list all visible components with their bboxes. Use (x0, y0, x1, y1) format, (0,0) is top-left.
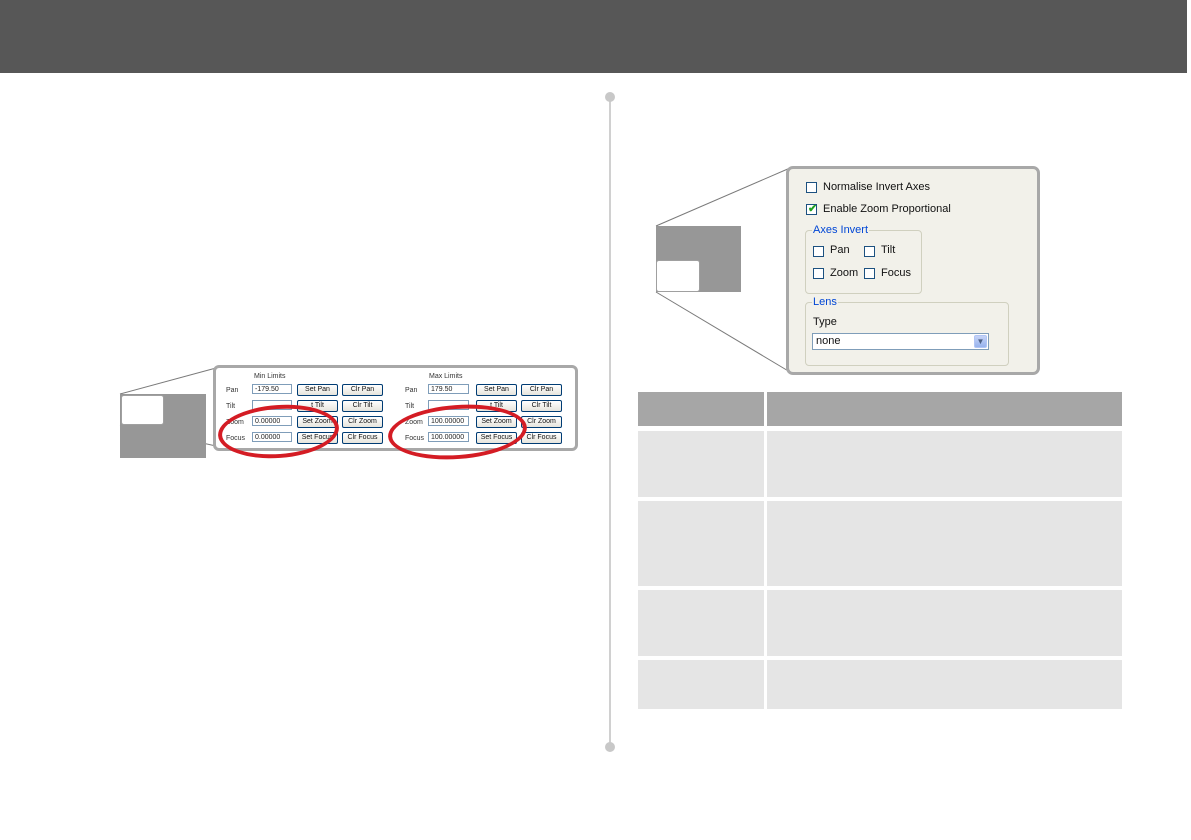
pan-max-label: Pan (405, 387, 418, 394)
clr-focus-min-button[interactable]: Clr Focus (342, 432, 383, 444)
focus-min-field[interactable]: 0.00000 (252, 432, 292, 442)
pan-min-label: Pan (226, 387, 239, 394)
clr-tilt-max-button[interactable]: Clr Tilt (521, 400, 562, 412)
tilt-max-label: Tilt (405, 403, 415, 410)
set-zoom-max-button[interactable]: Set Zoom (476, 416, 517, 428)
lens-type-value: none (816, 335, 841, 347)
focus-max-field[interactable]: 100.00000 (428, 432, 469, 442)
set-zoom-min-button[interactable]: Set Zoom (297, 416, 338, 428)
zoom-max-label: Zoom (405, 419, 423, 426)
tilt-min-label: Tilt (226, 403, 236, 410)
tilt-invert-checkbox[interactable] (864, 246, 875, 257)
focus-max-label: Focus (405, 435, 425, 442)
pan-min-field[interactable]: -179.50 (252, 384, 292, 394)
limits-thumbnail-highlight (121, 395, 164, 425)
table-row-4-cell-1 (638, 660, 764, 709)
pan-invert-label: Pan (830, 244, 850, 256)
dialog-thumbnail-highlight (656, 260, 700, 292)
lens-title: Lens (812, 296, 838, 308)
zoom-invert-label: Zoom (830, 267, 859, 279)
normalise-invert-label: Normalise Invert Axes (823, 181, 930, 193)
axes-settings-dialog: Normalise Invert Axes ✔ Enable Zoom Prop… (786, 166, 1040, 375)
clr-pan-min-button[interactable]: Clr Pan (342, 384, 383, 396)
table-row-2-cell-2 (767, 501, 1122, 586)
tilt-min-field[interactable] (252, 400, 292, 410)
set-pan-min-button[interactable]: Set Pan (297, 384, 338, 396)
zoom-max-field[interactable]: 100.00000 (428, 416, 469, 426)
focus-invert-label: Focus (881, 267, 911, 279)
set-focus-min-button[interactable]: Set Focus (297, 432, 338, 444)
zoom-invert-checkbox[interactable] (813, 268, 824, 279)
table-header-cell-2 (767, 392, 1122, 426)
normalise-invert-checkbox[interactable] (806, 182, 817, 193)
clr-zoom-max-button[interactable]: Clr Zoom (521, 416, 562, 428)
clr-tilt-min-button[interactable]: Clr Tilt (342, 400, 383, 412)
table-row-3-cell-2 (767, 590, 1122, 656)
table-row-1-cell-2 (767, 431, 1122, 497)
table-header-cell-1 (638, 392, 764, 426)
table-row-2-cell-1 (638, 501, 764, 586)
pan-max-field[interactable]: 179.50 (428, 384, 469, 394)
chevron-down-icon[interactable]: ▼ (974, 335, 987, 348)
zoom-min-field[interactable]: 0.00000 (252, 416, 292, 426)
set-tilt-min-button[interactable]: t Tilt (297, 400, 338, 412)
clr-zoom-min-button[interactable]: Clr Zoom (342, 416, 383, 428)
table-row-3-cell-1 (638, 590, 764, 656)
clr-focus-max-button[interactable]: Clr Focus (521, 432, 562, 444)
clr-pan-max-button[interactable]: Clr Pan (521, 384, 562, 396)
lens-type-select[interactable]: none ▼ (812, 333, 989, 350)
zoom-proportional-label: Enable Zoom Proportional (823, 203, 951, 215)
zoom-min-label: Zoom (226, 419, 244, 426)
axes-invert-group (805, 230, 922, 294)
tilt-invert-label: Tilt (881, 244, 896, 256)
table-row-4-cell-2 (767, 660, 1122, 709)
zoom-proportional-checkbox[interactable]: ✔ (806, 203, 818, 215)
max-limits-title: Max Limits (429, 373, 463, 380)
tilt-max-field[interactable] (428, 400, 469, 410)
focus-invert-checkbox[interactable] (864, 268, 875, 279)
type-label: Type (813, 316, 837, 328)
min-limits-title: Min Limits (254, 373, 286, 380)
pan-invert-checkbox[interactable] (813, 246, 824, 257)
set-pan-max-button[interactable]: Set Pan (476, 384, 517, 396)
focus-min-label: Focus (226, 435, 246, 442)
table-row-1-cell-1 (638, 431, 764, 497)
set-tilt-max-button[interactable]: t Tilt (476, 400, 517, 412)
set-focus-max-button[interactable]: Set Focus (476, 432, 517, 444)
checkmark-icon: ✔ (808, 203, 818, 215)
axes-invert-title: Axes Invert (812, 224, 870, 236)
limits-panel: Min Limits Max Limits Pan -179.50 Set Pa… (213, 365, 578, 451)
